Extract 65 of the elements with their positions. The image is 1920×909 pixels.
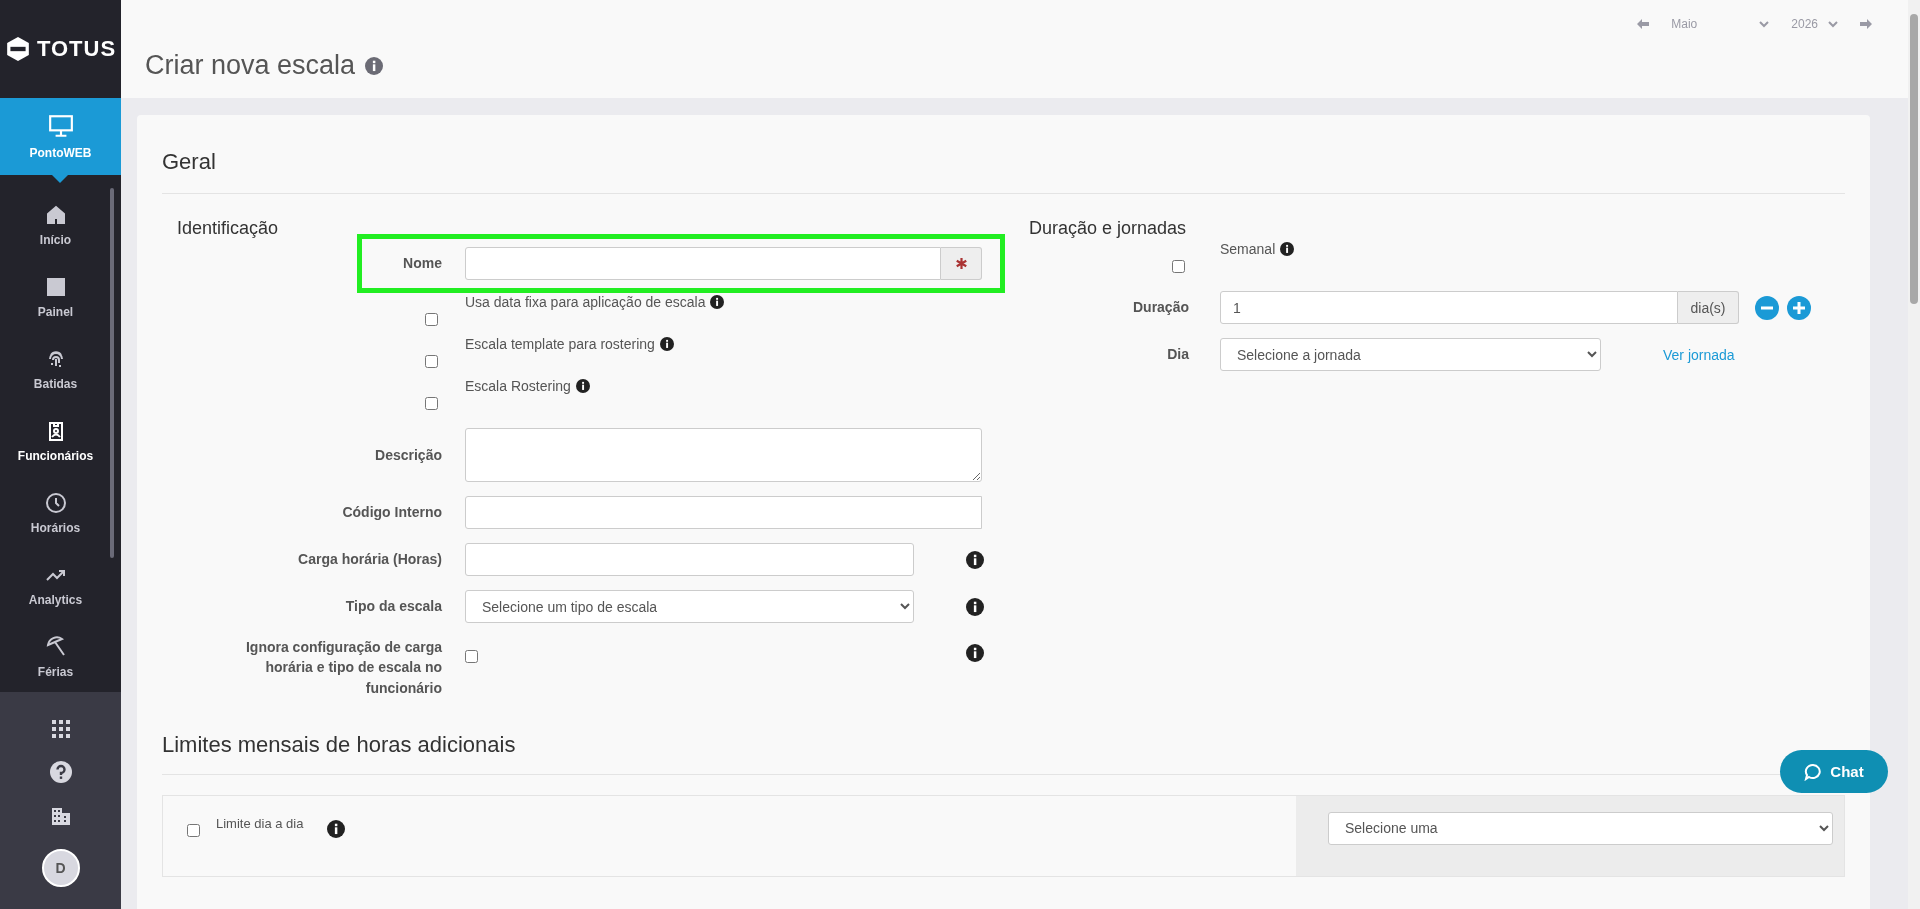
info-icon[interactable]	[966, 550, 984, 569]
checkbox-label: Limite dia a dia	[216, 815, 304, 831]
info-icon[interactable]	[966, 597, 984, 616]
text-input[interactable]	[465, 247, 941, 280]
checkbox[interactable]	[1172, 260, 1185, 273]
checkbox[interactable]	[465, 650, 478, 663]
checkbox[interactable]	[425, 313, 438, 326]
info-icon[interactable]	[1280, 242, 1295, 256]
field-label: Nome	[403, 255, 442, 272]
module-label: PontoWEB	[29, 145, 92, 160]
sidebar-item[interactable]: Horários	[0, 477, 121, 549]
plus-icon[interactable]	[1787, 295, 1811, 320]
speech-bubble-icon	[1804, 762, 1823, 781]
minus-icon[interactable]	[1755, 295, 1779, 320]
sidebar-item[interactable]: Início	[0, 189, 121, 261]
chevron-down-icon	[1828, 20, 1838, 28]
text-input[interactable]	[465, 543, 914, 576]
text-input[interactable]: 1	[1220, 291, 1678, 324]
chevron-down-icon	[1759, 20, 1770, 28]
arrow-right-icon[interactable]	[1860, 19, 1872, 29]
checkbox-label: Escala Rostering	[465, 378, 571, 394]
asterisk-icon	[955, 258, 967, 269]
info-icon[interactable]	[575, 379, 590, 393]
sidebar-item[interactable]: Painel	[0, 261, 121, 333]
clock-icon	[43, 491, 68, 515]
checkbox-label: Semanal	[1220, 241, 1276, 257]
select-field[interactable]: Selecione uma	[1328, 811, 1833, 845]
hexagon-logo-icon	[4, 36, 31, 62]
logo-text: TOTUS	[36, 36, 117, 62]
field-label: Tipo da escala	[345, 598, 442, 615]
chat-button[interactable]: Chat	[1780, 750, 1888, 793]
checkbox[interactable]	[425, 397, 438, 410]
sidebar-item[interactable]: Batidas	[0, 333, 121, 405]
checkbox[interactable]	[425, 355, 438, 368]
sidebar-item[interactable]: Analytics	[0, 549, 121, 621]
field-label: Dia	[1167, 346, 1189, 363]
subsection-title: Duração e jornadas	[1029, 218, 1188, 239]
select-field[interactable]: Selecione a jornada	[1220, 338, 1601, 371]
sidebar-item[interactable]: Férias	[0, 621, 121, 692]
monitor-icon	[47, 113, 74, 138]
sidebar-item[interactable]: Funcionários	[0, 405, 121, 477]
avatar[interactable]: D	[41, 849, 80, 888]
info-icon[interactable]	[710, 295, 725, 309]
page-title: Criar nova escala	[145, 50, 356, 81]
grid-icon[interactable]	[51, 719, 70, 738]
checkbox-label: Escala template para rostering	[465, 336, 655, 352]
scrollbar[interactable]	[1908, 0, 1920, 909]
info-icon[interactable]	[327, 819, 346, 838]
building-icon[interactable]	[50, 806, 71, 827]
info-icon[interactable]	[966, 644, 984, 662]
select-field[interactable]: Selecione um tipo de escala	[465, 590, 914, 623]
arrow-left-icon[interactable]	[1637, 19, 1650, 29]
checkbox-label: Usa data fixa para aplicação de escala	[465, 294, 706, 310]
field-label: Código Interno	[342, 504, 442, 521]
section-title: Geral	[162, 115, 1845, 194]
field-label: Carga horária (Horas)	[298, 551, 442, 568]
checkbox[interactable]	[187, 823, 200, 837]
help-icon[interactable]	[49, 760, 72, 783]
field-label: Duração	[1132, 299, 1189, 316]
text-input[interactable]	[465, 496, 982, 529]
field-label: Ignora configuração de carga horária e tipo de escala no funcionário	[245, 639, 442, 696]
subsection-title: Identificação	[176, 218, 280, 239]
field-label: Descrição	[375, 446, 442, 463]
info-icon[interactable]	[659, 337, 674, 351]
unit-addon: dia(s)	[1678, 291, 1739, 324]
